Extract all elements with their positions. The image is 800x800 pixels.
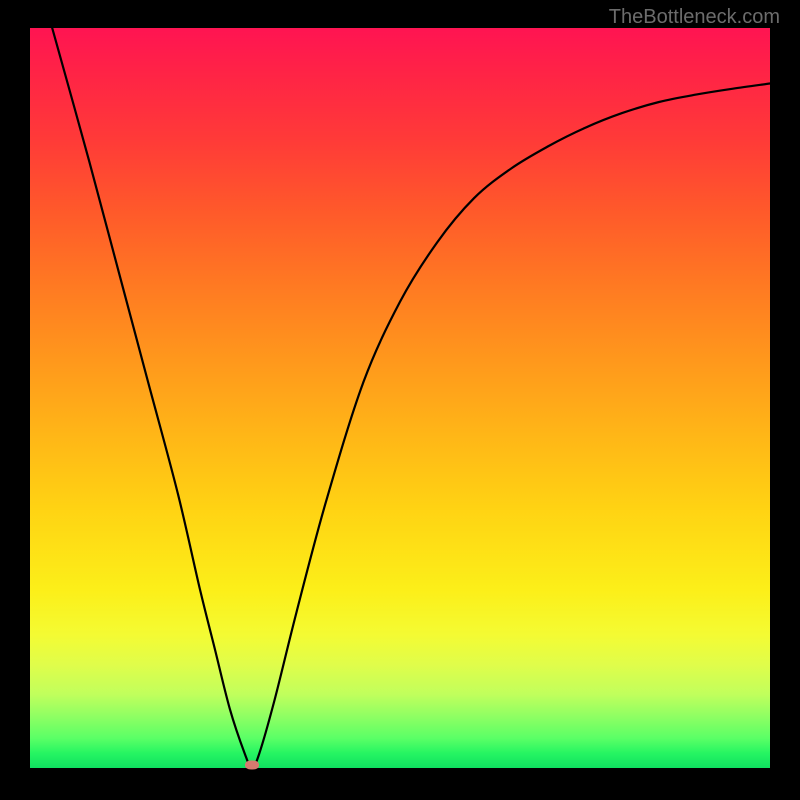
watermark-text: TheBottleneck.com (609, 6, 780, 29)
bottleneck-curve (30, 28, 770, 768)
curve-path (52, 28, 770, 768)
chart-container: TheBottleneck.com (0, 0, 800, 800)
minimum-marker (245, 761, 259, 770)
plot-area (30, 28, 770, 768)
